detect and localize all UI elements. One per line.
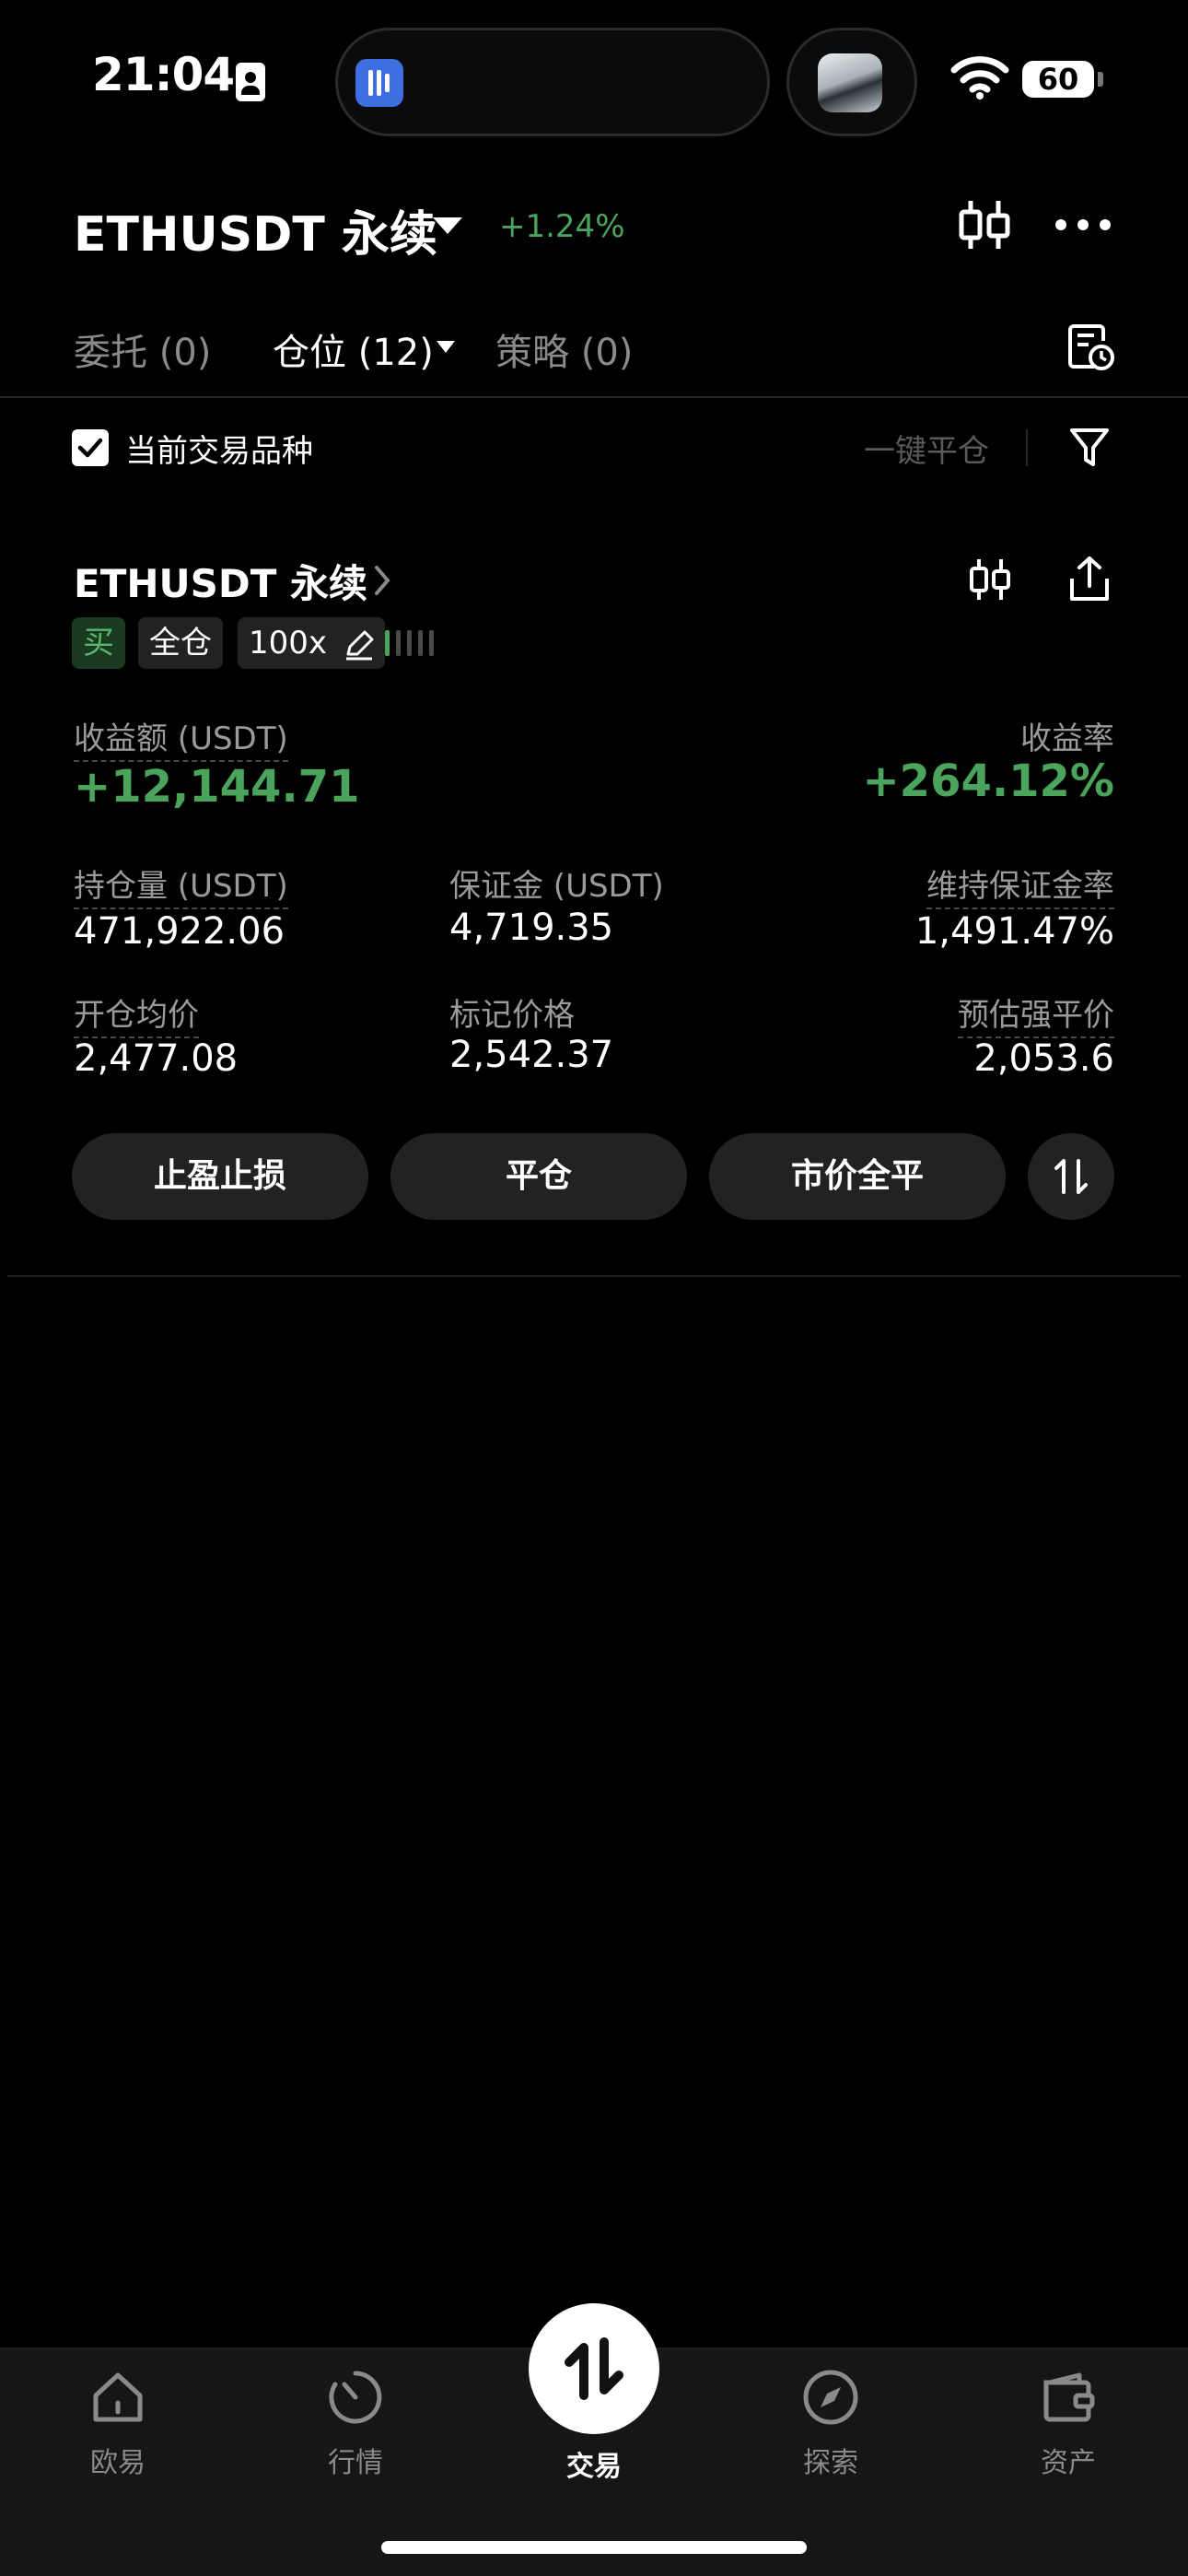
pnl-value: +12,144.71 [74,761,360,813]
nav-explore-label: 探索 [803,2447,858,2479]
island-app-icon [355,59,403,107]
app-root: 21:04 60 ETHUSDT 永续 +1.24% 委托 (0) 仓位 (12… [0,0,1188,2576]
mark-price-label: 标记价格 [449,997,575,1034]
margin-label: 保证金 (USDT) [449,868,664,905]
close-position-button[interactable]: 平仓 [390,1133,687,1220]
media-thumbnail [818,53,882,112]
tab-strategies[interactable]: 策略 (0) [495,322,633,376]
markets-icon [329,2371,382,2424]
tabs-divider [0,396,1188,398]
checkmark-icon [77,438,103,458]
positions-dropdown-icon[interactable] [437,341,455,353]
entry-price-label[interactable]: 开仓均价 [74,989,199,1038]
edit-icon[interactable] [343,628,376,662]
pnl-label[interactable]: 收益额 (USDT) [74,713,288,762]
roe-value: +264.12% [862,755,1114,807]
maint-margin-ratio-label[interactable]: 维持保证金率 [926,861,1114,909]
nav-assets[interactable]: 资产 [985,2368,1151,2480]
filter-icon[interactable] [1068,426,1111,470]
roe-label: 收益率 [1020,720,1114,757]
wifi-icon [950,56,1009,100]
swap-vertical-icon [1054,1159,1088,1194]
battery-tip [1098,72,1103,87]
candlestick-chart-icon[interactable] [958,197,1011,252]
nav-explore[interactable]: 探索 [748,2368,914,2480]
nav-trade-label: 交易 [566,2451,622,2483]
chevron-right-icon[interactable] [372,564,392,597]
filter-separator [1026,429,1028,466]
current-symbol-label[interactable]: 当前交易品种 [125,426,313,471]
instrument-title[interactable]: ETHUSDT 永续 [74,195,437,264]
nav-assets-label: 资产 [1041,2447,1096,2479]
nav-markets[interactable]: 行情 [273,2368,438,2480]
wallet-icon [1043,2372,1095,2422]
battery-indicator: 60 [1022,61,1094,98]
more-options-icon[interactable] [1055,219,1111,232]
margin-value: 4,719.35 [449,907,614,949]
reverse-position-button[interactable] [1028,1133,1114,1220]
tab-positions[interactable]: 仓位 (12) [273,322,434,376]
trade-swap-icon [565,2337,623,2400]
home-indicator[interactable] [381,2541,807,2554]
liq-price-value: 2,053.6 [973,1037,1114,1080]
share-icon[interactable] [1066,555,1112,604]
contact-card-icon [236,63,265,101]
nav-markets-label: 行情 [328,2447,383,2479]
position-symbol[interactable]: ETHUSDT 永续 [74,553,367,609]
price-change: +1.24% [499,208,625,245]
maint-margin-ratio-value: 1,491.47% [914,910,1114,953]
side-tag: 买 [72,617,125,669]
nav-home[interactable]: 欧易 [35,2368,201,2480]
leverage-value: 100x [249,625,328,662]
candlestick-chart-icon[interactable] [969,556,1011,603]
status-time: 21:04 [92,48,235,101]
entry-price-value: 2,477.08 [74,1037,239,1080]
risk-level-bars [385,630,437,656]
nav-home-label: 欧易 [90,2447,146,2479]
liq-price-label[interactable]: 预估强平价 [958,989,1114,1038]
margin-mode-tag: 全仓 [138,617,223,669]
market-close-all-button[interactable]: 市价全平 [709,1133,1006,1220]
current-symbol-checkbox[interactable] [72,429,109,466]
nav-trade[interactable] [529,2303,659,2434]
close-all-button[interactable]: 一键平仓 [864,426,989,471]
tab-orders[interactable]: 委托 (0) [74,322,211,376]
position-size-label[interactable]: 持仓量 (USDT) [74,861,288,909]
tp-sl-button[interactable]: 止盈止损 [72,1133,368,1220]
instrument-dropdown-icon[interactable] [433,217,462,234]
card-divider [7,1275,1181,1277]
home-icon [93,2372,143,2422]
compass-icon [803,2370,858,2425]
leverage-tag[interactable]: 100x [238,617,385,669]
mark-price-value: 2,542.37 [449,1034,614,1076]
order-history-icon[interactable] [1066,322,1114,372]
position-size-value: 471,922.06 [74,910,285,953]
